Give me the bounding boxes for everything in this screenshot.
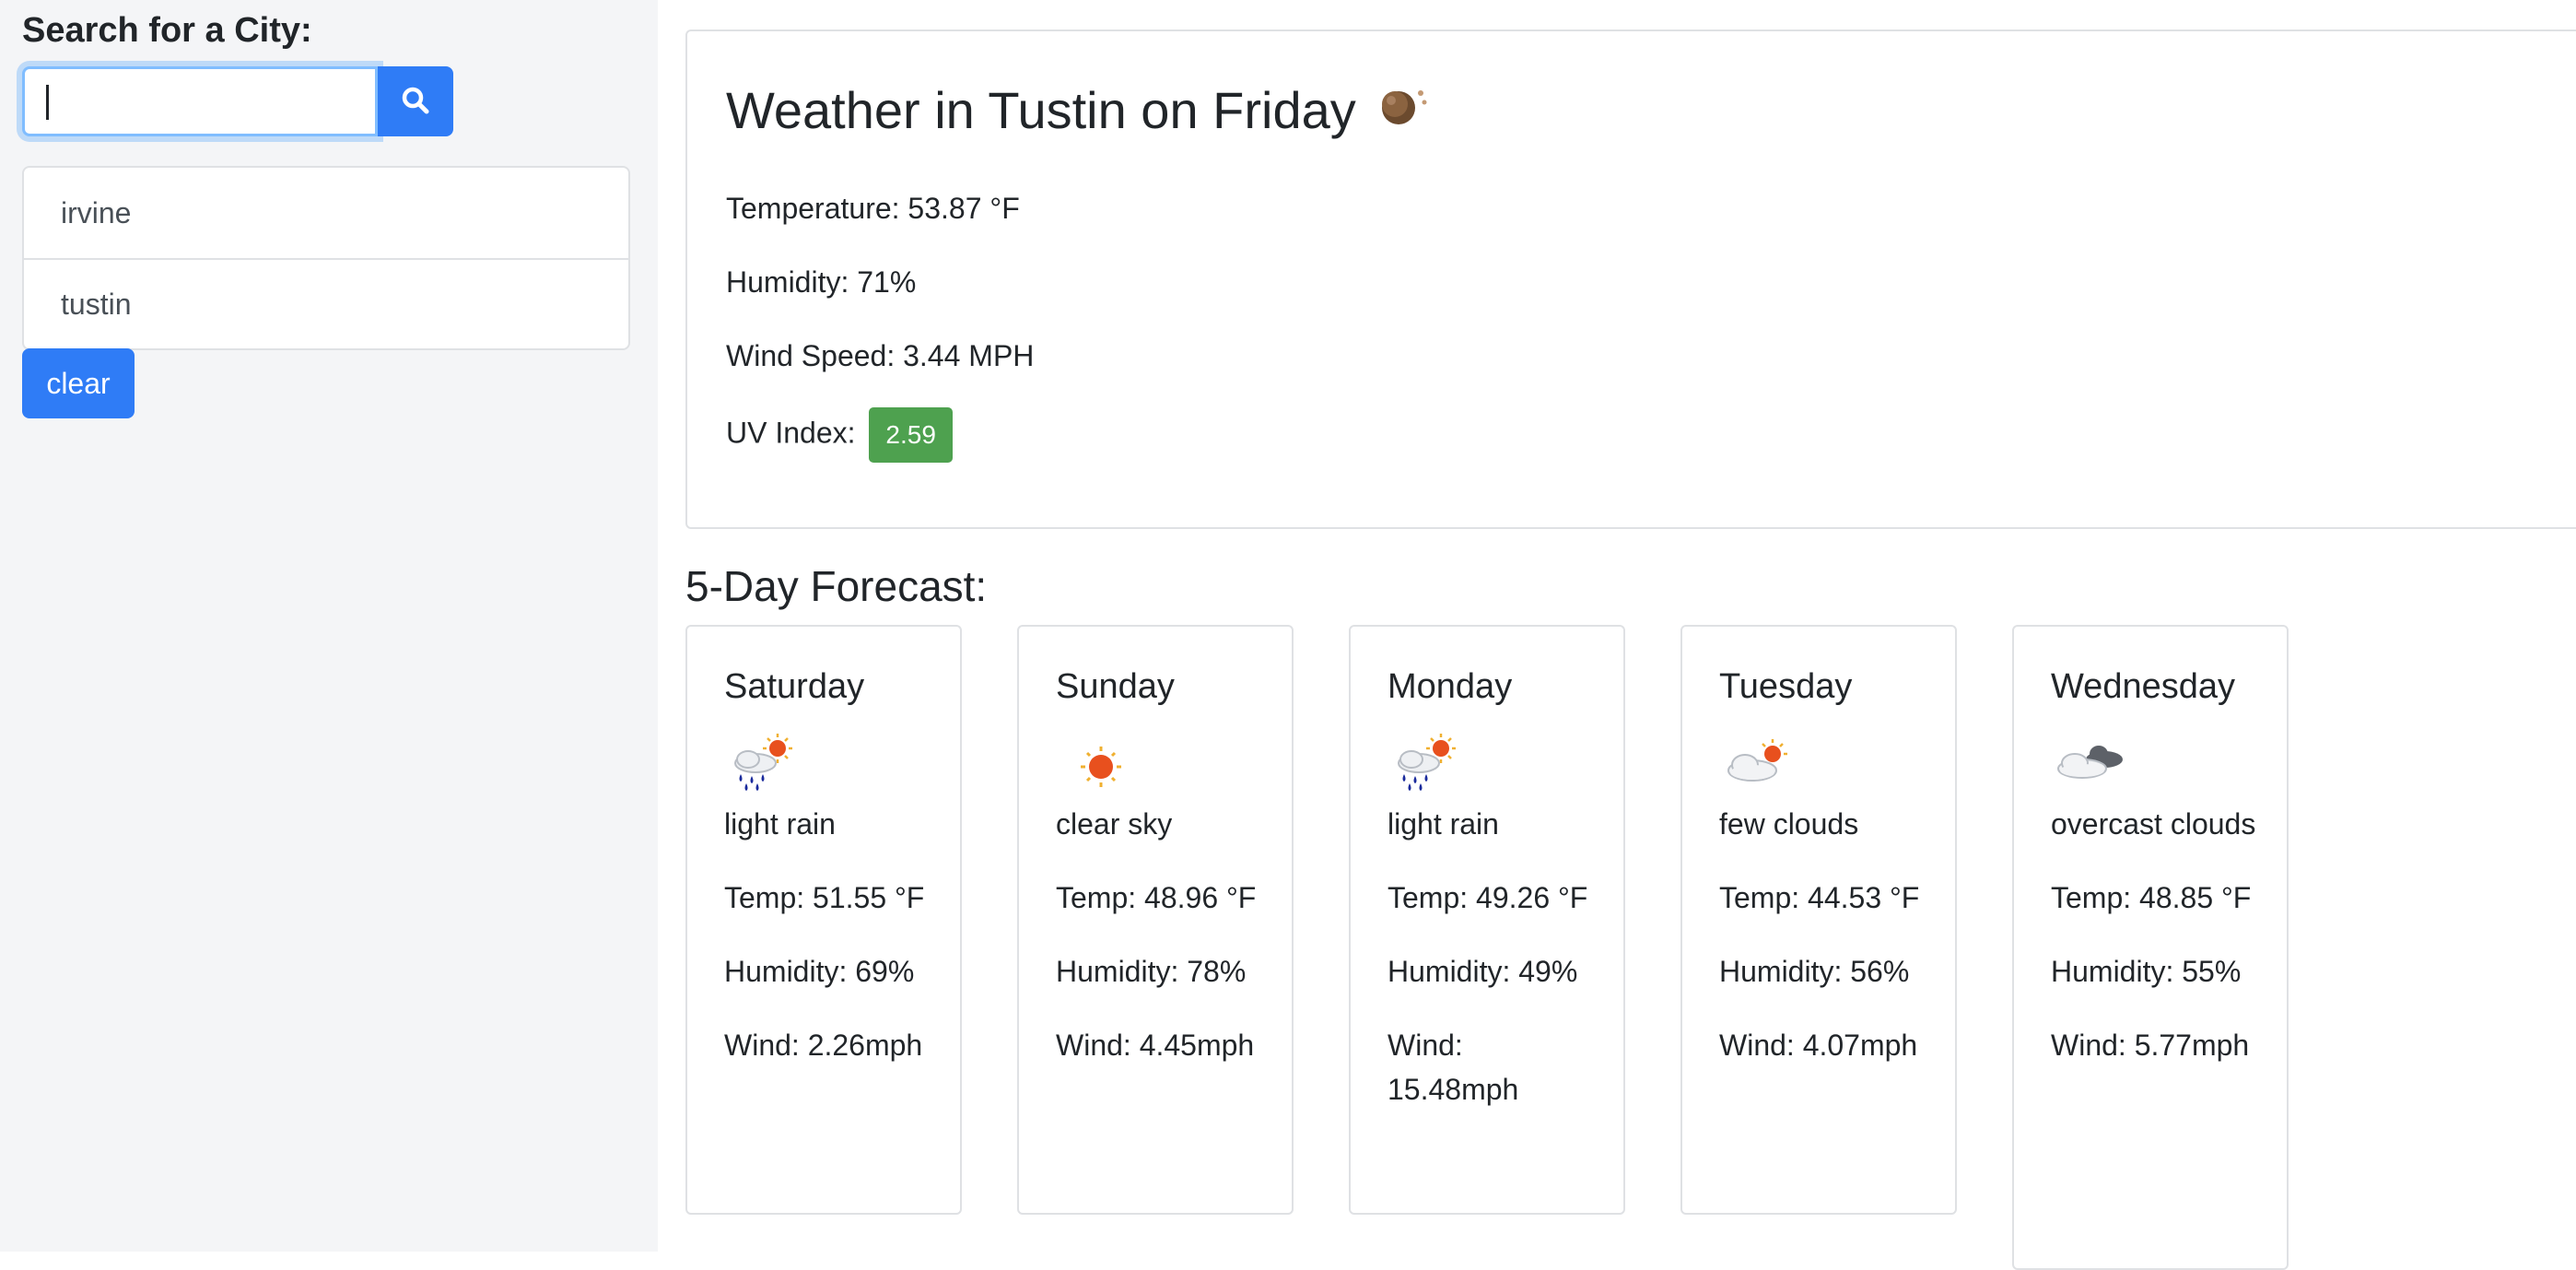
forecast-wind: Wind: 5.77mph: [2051, 1029, 2250, 1062]
forecast-card-tuesday: Tuesday few clouds Temp: 44.53 °F Humidi…: [1680, 625, 1957, 1215]
forecast-card-wednesday: Wednesday overcast clouds Temp: 48.85 °F…: [2012, 625, 2289, 1270]
few-clouds-icon: [1719, 730, 1955, 794]
current-uv-index: UV Index: 2.59: [726, 407, 953, 463]
forecast-temp: Temp: 51.55 °F: [724, 881, 925, 914]
forecast-temp: Temp: 48.96 °F: [1056, 881, 1257, 914]
forecast-day: Wednesday: [2051, 667, 2235, 706]
forecast-wind: Wind: 4.45mph: [1056, 1029, 1255, 1062]
forecast-card-sunday: Sunday clear sky Temp: 48.96 °F Humidity…: [1017, 625, 1294, 1215]
forecast-day: Saturday: [724, 667, 865, 706]
uv-index-badge: 2.59: [869, 407, 953, 463]
forecast-humidity: Humidity: 55%: [2051, 955, 2242, 988]
sun-icon: [1056, 730, 1292, 794]
forecast-description: few clouds: [1719, 807, 1859, 841]
light-rain-sun-icon: [1388, 730, 1623, 794]
forecast-heading: 5-Day Forecast:: [685, 562, 988, 610]
forecast-card-monday: Monday light rain Temp: 49.26 °F Humidit…: [1349, 625, 1625, 1215]
search-history-list: irvine tustin: [22, 166, 630, 350]
forecast-temp: Temp: 49.26 °F: [1388, 881, 1588, 914]
forecast-card-saturday: Saturday light rain Temp: 51.55 °F Humid…: [685, 625, 962, 1215]
forecast-humidity: Humidity: 56%: [1719, 955, 1910, 988]
current-weather-card: Weather in Tustin on Friday Temperature:…: [685, 29, 2576, 529]
forecast-humidity: Humidity: 49%: [1388, 955, 1578, 988]
light-rain-sun-icon: [724, 730, 960, 794]
search-heading: Search for a City:: [22, 11, 312, 50]
current-humidity: Humidity: 71%: [726, 265, 917, 299]
forecast-day: Monday: [1388, 667, 1513, 706]
current-temperature: Temperature: 53.87 °F: [726, 192, 1020, 225]
forecast-description: light rain: [724, 807, 836, 841]
current-weather-title: Weather in Tustin on Friday: [726, 77, 1428, 144]
uv-index-label: UV Index:: [726, 416, 856, 450]
overcast-clouds-icon: [2051, 730, 2287, 794]
history-item-tustin[interactable]: tustin: [24, 258, 628, 348]
search-icon: [401, 86, 430, 118]
forecast-wind: Wind: 2.26mph: [724, 1029, 923, 1062]
forecast-description: overcast clouds: [2051, 807, 2256, 841]
forecast-wind: Wind: 4.07mph: [1719, 1029, 1918, 1062]
forecast-description: clear sky: [1056, 807, 1173, 841]
sidebar: Search for a City: irvine tustin clear: [0, 0, 658, 1252]
forecast-wind: Wind: 15.48mph: [1388, 1029, 1519, 1106]
forecast-temp: Temp: 48.85 °F: [2051, 881, 2252, 914]
text-cursor: [46, 85, 49, 120]
city-search-input[interactable]: [22, 66, 378, 136]
forecast-description: light rain: [1388, 807, 1499, 841]
clear-history-button[interactable]: clear: [22, 348, 135, 418]
history-item-irvine[interactable]: irvine: [24, 168, 628, 258]
forecast-temp: Temp: 44.53 °F: [1719, 881, 1920, 914]
forecast-humidity: Humidity: 78%: [1056, 955, 1247, 988]
current-wind-speed: Wind Speed: 3.44 MPH: [726, 339, 1035, 372]
forecast-day: Tuesday: [1719, 667, 1853, 706]
forecast-humidity: Humidity: 69%: [724, 955, 915, 988]
forecast-day: Sunday: [1056, 667, 1175, 706]
search-button[interactable]: [378, 66, 453, 136]
rainy-night-icon: [1376, 77, 1428, 144]
current-weather-title-text: Weather in Tustin on Friday: [726, 81, 1356, 139]
